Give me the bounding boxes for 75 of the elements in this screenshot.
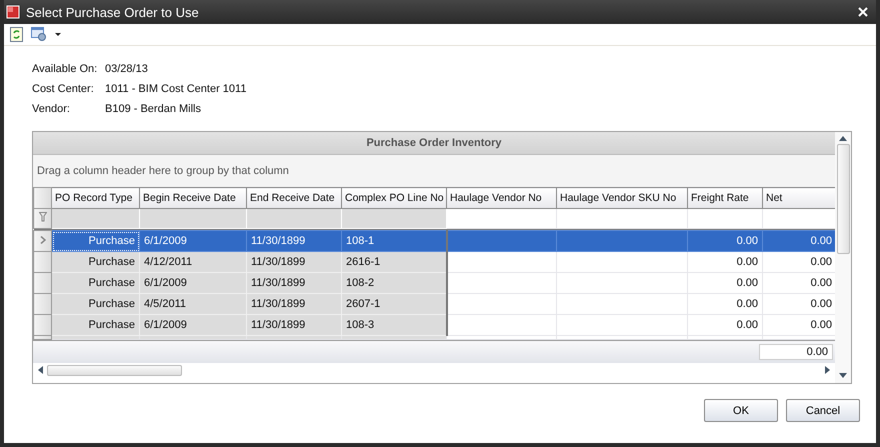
table-cell: 6/1/2009 bbox=[144, 319, 187, 331]
dialog-button[interactable]: OK bbox=[704, 399, 778, 422]
field-label: Vendor: bbox=[32, 103, 71, 115]
scroll-down-icon[interactable] bbox=[839, 373, 847, 379]
table-cell: 11/30/1899 bbox=[251, 235, 306, 247]
table-cell: 108-1 bbox=[346, 235, 374, 247]
row-indicator[interactable] bbox=[34, 230, 52, 252]
table-cell: 0.00 bbox=[810, 235, 832, 247]
dialog-button[interactable]: Cancel bbox=[786, 399, 860, 422]
filter-cell[interactable] bbox=[688, 208, 762, 228]
grid-title: Purchase Order Inventory bbox=[33, 132, 835, 155]
table-cell: 2607-1 bbox=[346, 298, 380, 310]
refresh-button[interactable] bbox=[8, 26, 25, 43]
table-cell: 0.00 bbox=[810, 298, 832, 310]
table-cell: 11/30/1899 bbox=[251, 319, 306, 331]
scroll-up-icon[interactable] bbox=[839, 136, 847, 142]
table-cell: Purchase bbox=[88, 235, 135, 247]
close-icon bbox=[858, 7, 868, 17]
table-cell: Purchase bbox=[88, 277, 135, 289]
table-cell: Purchase bbox=[88, 256, 135, 268]
field-value: B109 - Berdan Mills bbox=[105, 103, 201, 115]
column-header[interactable]: Haulage Vendor SKU No bbox=[556, 188, 688, 208]
table-cell: 4/5/2011 bbox=[144, 298, 186, 310]
table-cell: 0.00 bbox=[810, 319, 832, 331]
field-value: 03/28/13 bbox=[105, 63, 148, 75]
field-label: Cost Center: bbox=[32, 83, 95, 95]
table-cell: 0.00 bbox=[736, 319, 758, 331]
table-cell: 11/30/1899 bbox=[251, 277, 306, 289]
table-cell: 2616-1 bbox=[346, 256, 380, 268]
scroll-right-icon[interactable] bbox=[825, 366, 831, 374]
table-cell: 0.00 bbox=[736, 277, 758, 289]
layout-button[interactable] bbox=[29, 26, 49, 43]
filter-cell[interactable] bbox=[556, 208, 688, 228]
column-header[interactable]: End Receive Date bbox=[246, 188, 342, 208]
column-header[interactable]: Haulage Vendor No bbox=[446, 188, 556, 208]
table-cell: 11/30/1899 bbox=[251, 298, 306, 310]
group-by-hint: Drag a column header here to group by that column bbox=[37, 165, 289, 177]
table-cell: 11/30/1899 bbox=[251, 256, 306, 268]
caret-icon bbox=[55, 32, 61, 36]
column-header[interactable]: PO Record Type bbox=[52, 188, 140, 208]
column-header[interactable]: Net bbox=[762, 188, 835, 208]
table-cell: 0.00 bbox=[736, 235, 758, 247]
scroll-thumb[interactable] bbox=[47, 364, 182, 376]
refresh-icon bbox=[10, 27, 23, 42]
field-label: Available On: bbox=[32, 63, 98, 75]
table-cell: Purchase bbox=[88, 298, 135, 310]
field-value: 1011 - BIM Cost Center 1011 bbox=[105, 83, 246, 95]
row-indicator[interactable] bbox=[34, 314, 52, 336]
column-header[interactable]: Freight Rate bbox=[688, 188, 762, 208]
scroll-thumb[interactable] bbox=[836, 144, 850, 254]
table-cell: 0.00 bbox=[810, 277, 832, 289]
table-cell: Purchase bbox=[88, 319, 135, 331]
filter-icon bbox=[38, 212, 46, 222]
dropdown-button[interactable] bbox=[53, 32, 63, 38]
table-cell: 108-3 bbox=[346, 319, 374, 331]
net-total: 0.00 bbox=[759, 344, 833, 360]
column-header[interactable]: Begin Receive Date bbox=[140, 188, 246, 208]
table-cell: 108-2 bbox=[346, 277, 374, 289]
app-icon bbox=[6, 5, 20, 19]
table-cell: 0.00 bbox=[736, 298, 758, 310]
row-indicator[interactable] bbox=[34, 252, 52, 272]
table-cell: 0.00 bbox=[810, 256, 832, 268]
table-cell: 0.00 bbox=[736, 256, 758, 268]
column-header[interactable]: Complex PO Line No bbox=[342, 188, 446, 208]
row-indicator[interactable] bbox=[34, 294, 52, 314]
table-cell: 4/12/2011 bbox=[144, 256, 192, 268]
filter-cell[interactable] bbox=[446, 208, 556, 228]
window-title: Select Purchase Order to Use bbox=[26, 4, 200, 20]
filter-cell[interactable] bbox=[762, 208, 835, 228]
window-gear-icon bbox=[31, 27, 47, 42]
scroll-left-icon[interactable] bbox=[37, 366, 43, 374]
row-indicator[interactable] bbox=[34, 272, 52, 294]
table-cell: 6/1/2009 bbox=[144, 235, 187, 247]
chevron-icon bbox=[40, 236, 46, 244]
table-cell: 6/1/2009 bbox=[144, 277, 187, 289]
